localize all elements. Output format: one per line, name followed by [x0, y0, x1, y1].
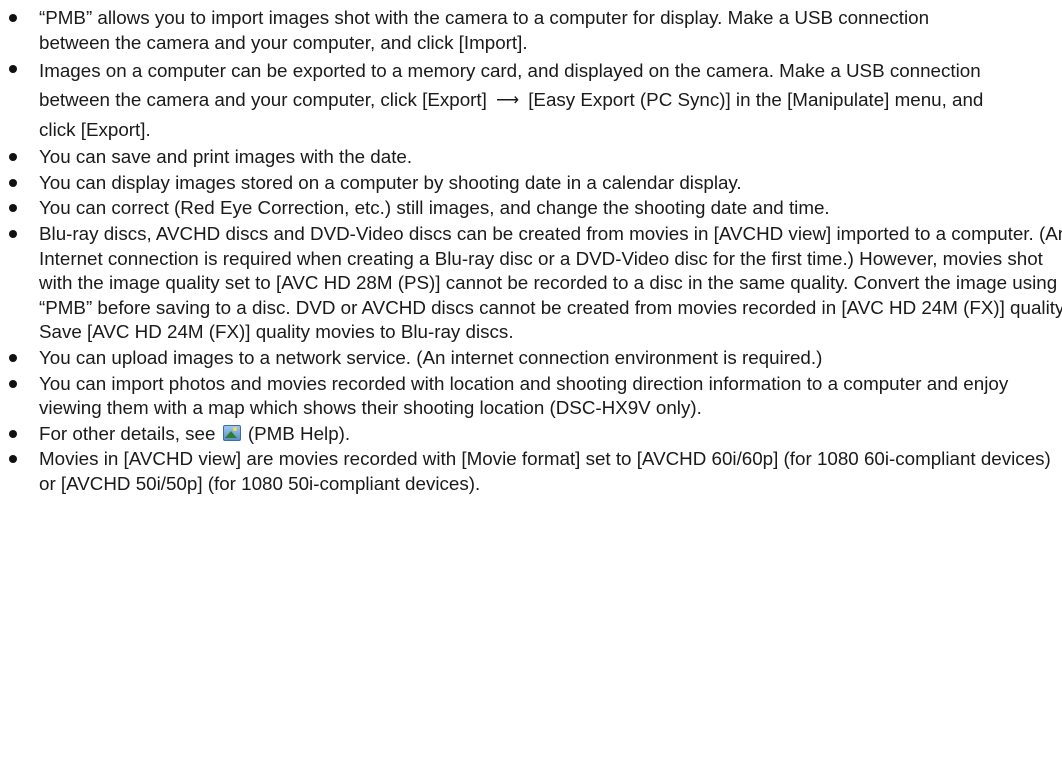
list-item: You can upload images to a network servi… — [6, 346, 999, 371]
list-item: “PMB” allows you to import images shot w… — [6, 6, 999, 55]
list-item-text: Blu-ray discs, AVCHD discs and DVD-Video… — [39, 222, 1062, 343]
list-item: You can display images stored on a compu… — [6, 171, 1042, 196]
list-item-text: You can display images stored on a compu… — [39, 171, 742, 193]
bullet-icon — [9, 455, 17, 464]
list-item-text: (PMB Help). — [247, 422, 351, 444]
bullet-icon — [9, 429, 17, 438]
list-item: You can correct (Red Eye Correction, etc… — [6, 196, 979, 221]
feature-list: “PMB” allows you to import images shot w… — [6, 6, 1062, 497]
list-item-text: For other details, see — [39, 422, 216, 444]
bullet-icon — [9, 153, 17, 162]
bullet-icon — [9, 178, 17, 187]
list-item: For other details, see (PMB Help). — [6, 422, 1042, 447]
pmb-help-icon[interactable] — [221, 423, 243, 443]
list-item: Movies in [AVCHD view] are movies record… — [6, 447, 1059, 496]
list-item: Blu-ray discs, AVCHD discs and DVD-Video… — [6, 222, 1062, 345]
list-item-text: You can import photos and movies recorde… — [39, 372, 1009, 419]
list-item: Images on a computer can be exported to … — [6, 56, 1009, 144]
document-page: “PMB” allows you to import images shot w… — [0, 0, 1062, 778]
bullet-icon — [9, 204, 17, 213]
bullet-icon — [9, 65, 17, 74]
list-item: You can save and print images with the d… — [6, 145, 1042, 170]
list-item-text: “PMB” allows you to import images shot w… — [39, 7, 930, 53]
list-item-text: You can save and print images with the d… — [39, 146, 413, 168]
bullet-icon — [9, 379, 17, 388]
pmb-help-icon-hill — [224, 430, 237, 438]
right-arrow-icon: ⟶ — [496, 92, 519, 110]
list-item-text: You can upload images to a network servi… — [39, 346, 823, 368]
bullet-icon — [9, 14, 17, 22]
pmb-help-icon-sun — [232, 426, 237, 431]
bullet-icon — [9, 353, 17, 362]
bullet-icon — [9, 229, 17, 238]
list-item-text: Movies in [AVCHD view] are movies record… — [39, 448, 1051, 494]
list-item-text: You can correct (Red Eye Correction, etc… — [39, 197, 830, 219]
list-item: You can import photos and movies recorde… — [6, 372, 1062, 421]
